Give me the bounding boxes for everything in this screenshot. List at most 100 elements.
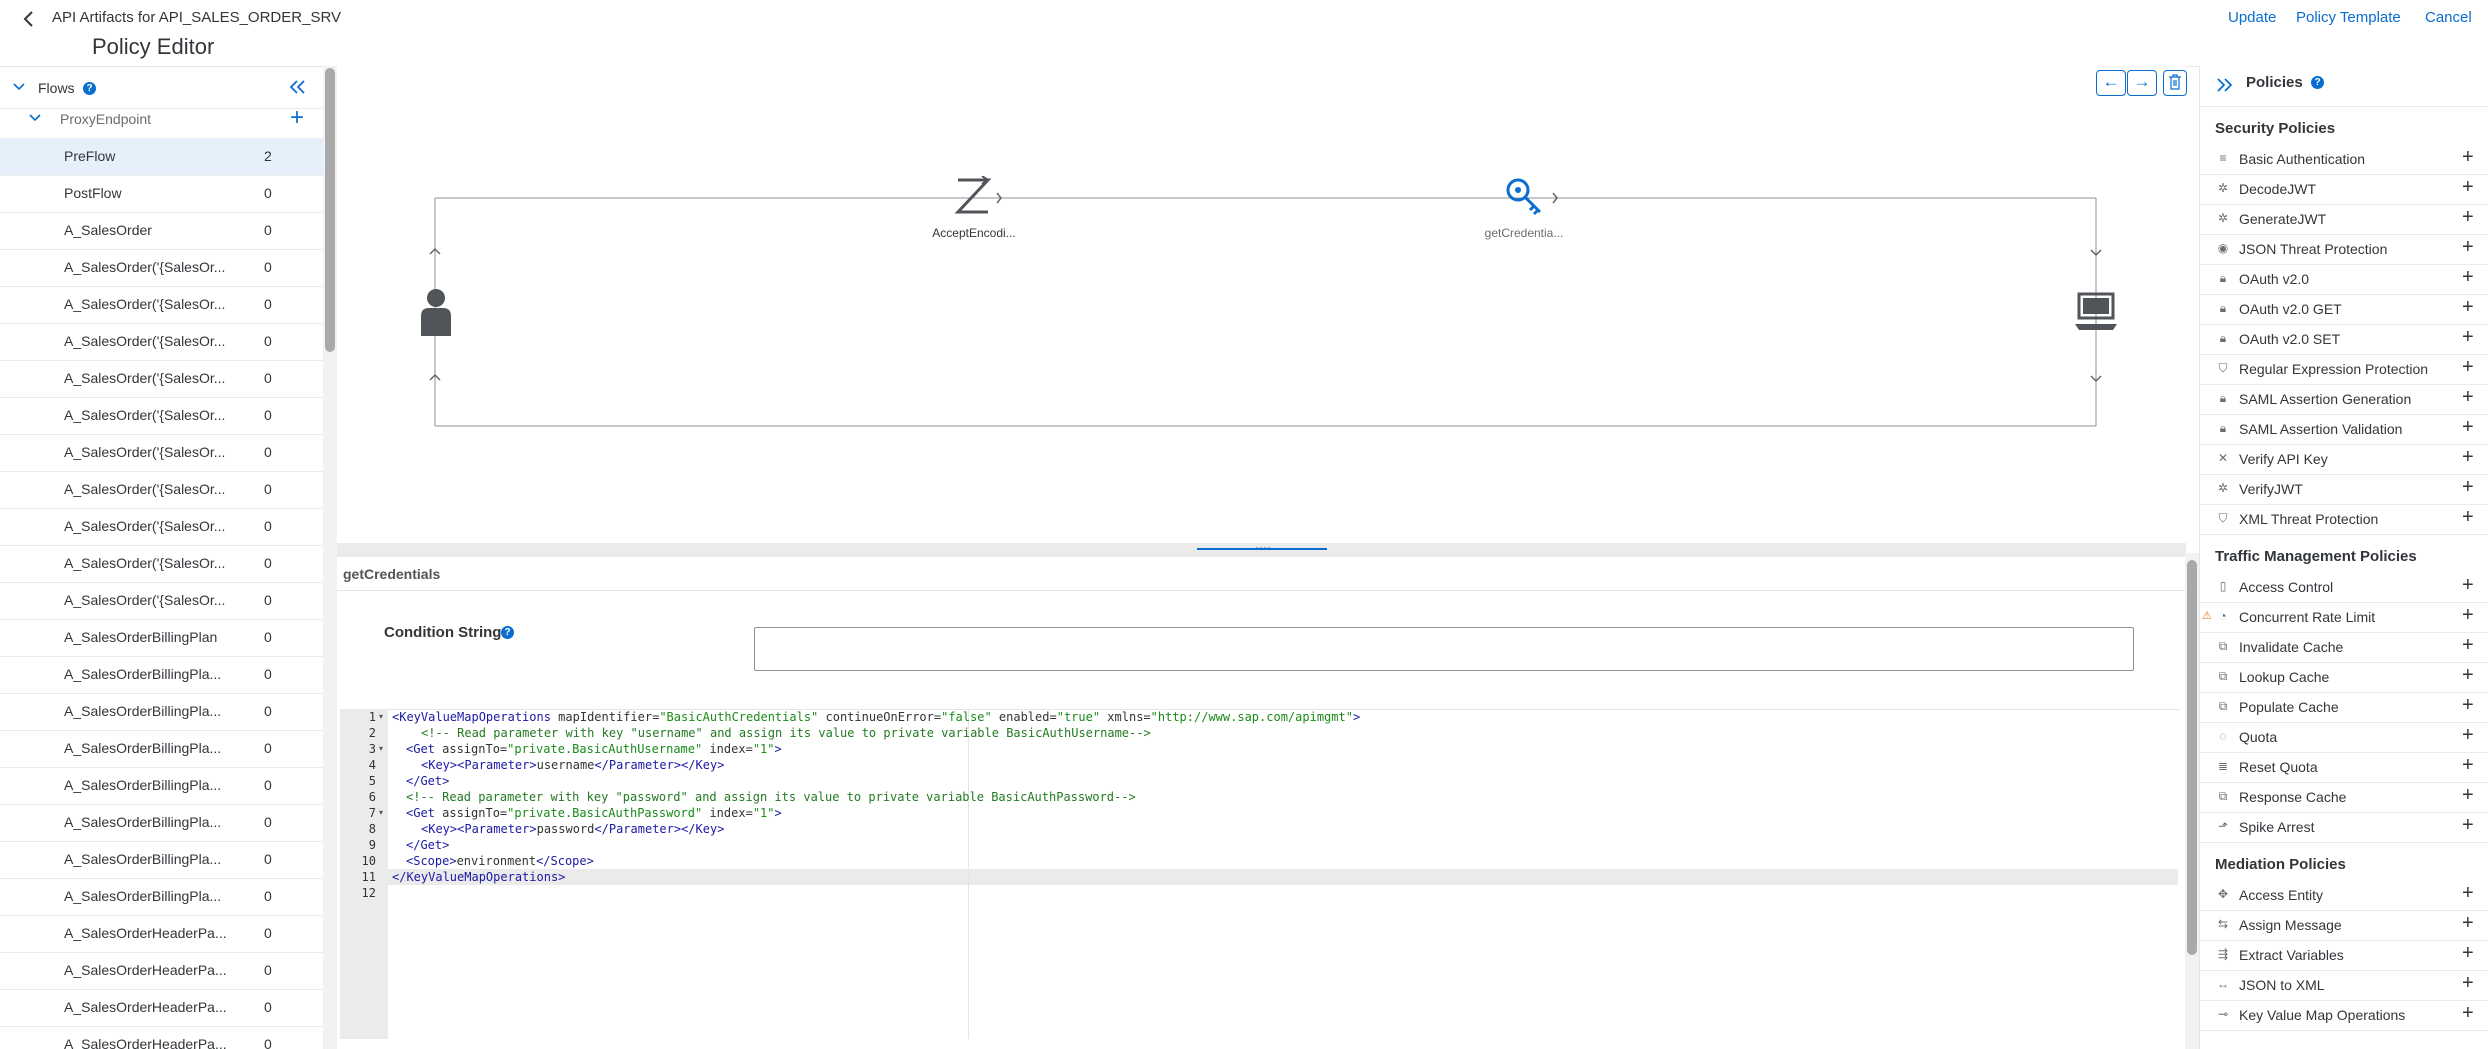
policy-item-verifyjwt[interactable]: ✲ VerifyJWT + [2200,474,2488,505]
fold-arrow-icon[interactable]: ▾ [379,709,383,725]
code-line-9[interactable]: </Get> [406,837,449,853]
policy-template-button[interactable]: Policy Template [2296,9,2401,26]
back-arrow-icon[interactable] [14,4,44,34]
flow-row[interactable]: A_SalesOrderHeaderPa... 0 [0,915,323,953]
proxy-expand-icon[interactable] [28,111,42,130]
code-line-8[interactable]: <Key><Parameter>password</Parameter></Ke… [421,821,724,837]
add-policy-icon[interactable]: + [2462,664,2474,687]
policy-item-access-control[interactable]: ▯ Access Control + [2200,572,2488,603]
add-policy-icon[interactable]: + [2462,754,2474,777]
add-flow-icon[interactable]: + [290,104,304,132]
add-policy-icon[interactable]: + [2462,814,2474,837]
code-line-1[interactable]: <KeyValueMapOperations mapIdentifier="Ba… [392,709,1360,725]
code-line-3[interactable]: <Get assignTo="private.BasicAuthUsername… [406,741,782,757]
code-line-10[interactable]: <Scope>environment</Scope> [406,853,594,869]
fold-arrow-icon[interactable]: ▾ [379,805,383,821]
add-policy-icon[interactable]: + [2462,236,2474,259]
add-policy-icon[interactable]: + [2462,266,2474,289]
add-policy-icon[interactable]: + [2462,386,2474,409]
add-policy-icon[interactable]: + [2462,574,2474,597]
policy-item-response-cache[interactable]: ⧉ Response Cache + [2200,782,2488,813]
add-policy-icon[interactable]: + [2462,506,2474,529]
policy-item-spike-arrest[interactable]: ⬏ Spike Arrest + [2200,812,2488,843]
expand-right-icon[interactable] [2214,76,2234,99]
editor-scrollbar-thumb[interactable] [2187,560,2197,955]
flow-row[interactable]: A_SalesOrderBillingPla... 0 [0,730,323,768]
policy-item-access-entity[interactable]: ✥ Access Entity + [2200,880,2488,911]
flow-row[interactable]: A_SalesOrderHeaderPa... 0 [0,952,323,990]
flow-row[interactable]: A_SalesOrderBillingPlan 0 [0,619,323,657]
help-icon[interactable]: ? [83,82,96,95]
add-policy-icon[interactable]: + [2462,972,2474,995]
policy-item-oauth-v2-0-get[interactable]: 🔒︎ OAuth v2.0 GET + [2200,294,2488,325]
flow-row[interactable]: A_SalesOrder('{SalesOr... 0 [0,471,323,509]
policies-help-icon[interactable]: ? [2311,76,2324,89]
add-policy-icon[interactable]: + [2462,784,2474,807]
policy-item-generatejwt[interactable]: ✲ GenerateJWT + [2200,204,2488,235]
policy-item-xml-threat-protection[interactable]: ⛉ XML Threat Protection + [2200,504,2488,535]
add-policy-icon[interactable]: + [2462,912,2474,935]
flow-row[interactable]: A_SalesOrder('{SalesOr... 0 [0,434,323,472]
policy-item-decodejwt[interactable]: ✲ DecodeJWT + [2200,174,2488,205]
policy-item-regular-expression-protection[interactable]: ⛉ Regular Expression Protection + [2200,354,2488,385]
left-scrollbar-thumb[interactable] [325,68,335,352]
flow-row[interactable]: PostFlow 0 [0,175,323,213]
add-policy-icon[interactable]: + [2462,206,2474,229]
code-line-6[interactable]: <!-- Read parameter with key "password" … [406,789,1136,805]
policy-item-reset-quota[interactable]: ≣ Reset Quota + [2200,752,2488,783]
update-button[interactable]: Update [2228,9,2276,26]
policy-item-saml-assertion-generation[interactable]: 🔒︎ SAML Assertion Generation + [2200,384,2488,415]
flow-row[interactable]: A_SalesOrderBillingPla... 0 [0,656,323,694]
flow-row[interactable]: A_SalesOrder('{SalesOr... 0 [0,286,323,324]
flow-row[interactable]: A_SalesOrderHeaderPa... 0 [0,989,323,1027]
flow-row[interactable]: A_SalesOrder('{SalesOr... 0 [0,323,323,361]
flow-row[interactable]: PreFlow 2 [0,138,323,176]
splitter-dots-icon[interactable]: ···· [1255,540,1271,554]
policy-item-json-threat-protection[interactable]: ◉ JSON Threat Protection + [2200,234,2488,265]
add-policy-icon[interactable]: + [2462,176,2474,199]
flow-row[interactable]: A_SalesOrder('{SalesOr... 0 [0,545,323,583]
policy-item-assign-message[interactable]: ⇆ Assign Message + [2200,910,2488,941]
add-policy-icon[interactable]: + [2462,296,2474,319]
flow-row[interactable]: A_SalesOrderBillingPla... 0 [0,693,323,731]
code-line-4[interactable]: <Key><Parameter>username</Parameter></Ke… [421,757,724,773]
add-policy-icon[interactable]: + [2462,882,2474,905]
flow-row[interactable]: A_SalesOrder('{SalesOr... 0 [0,360,323,398]
accept-encoding-policy-icon[interactable] [954,175,992,221]
policy-item-lookup-cache[interactable]: ⧉ Lookup Cache + [2200,662,2488,693]
code-line-11[interactable]: </KeyValueMapOperations> [392,869,565,885]
collapse-left-icon[interactable] [288,78,308,101]
flow-row[interactable]: A_SalesOrderBillingPla... 0 [0,804,323,842]
key-policy-icon[interactable] [1504,176,1544,221]
add-policy-icon[interactable]: + [2462,604,2474,627]
policy-item-key-value-map-operations[interactable]: ⊸ Key Value Map Operations + [2200,1000,2488,1031]
code-line-5[interactable]: </Get> [406,773,449,789]
policy-item-concurrent-rate-limit[interactable]: ◔ Concurrent Rate Limit + ⚠ [2200,602,2488,633]
add-policy-icon[interactable]: + [2462,446,2474,469]
flow-row[interactable]: A_SalesOrderBillingPla... 0 [0,767,323,805]
resize-splitter[interactable]: ···· [337,540,2186,557]
add-policy-icon[interactable]: + [2462,326,2474,349]
policy-item-saml-assertion-validation[interactable]: 🔒︎ SAML Assertion Validation + [2200,414,2488,445]
flow-row[interactable]: A_SalesOrder('{SalesOr... 0 [0,508,323,546]
add-policy-icon[interactable]: + [2462,356,2474,379]
code-line-2[interactable]: <!-- Read parameter with key "username" … [421,725,1151,741]
add-policy-icon[interactable]: + [2462,476,2474,499]
flows-expand-icon[interactable] [12,80,26,99]
flow-row[interactable]: A_SalesOrderBillingPla... 0 [0,878,323,916]
code-line-7[interactable]: <Get assignTo="private.BasicAuthPassword… [406,805,782,821]
fold-arrow-icon[interactable]: ▾ [379,741,383,757]
arrow-right-icon[interactable]: → [2127,70,2157,96]
flow-row[interactable]: A_SalesOrder('{SalesOr... 0 [0,582,323,620]
flow-row[interactable]: A_SalesOrderHeaderPa... 0 [0,1026,323,1049]
add-policy-icon[interactable]: + [2462,942,2474,965]
condition-string-input[interactable] [754,627,2134,671]
policy-item-extract-variables[interactable]: ⇶ Extract Variables + [2200,940,2488,971]
flow-row[interactable]: A_SalesOrder('{SalesOr... 0 [0,249,323,287]
policy-label-get-credentials[interactable]: getCredentia... [1479,226,1569,240]
add-policy-icon[interactable]: + [2462,634,2474,657]
flow-row[interactable]: A_SalesOrder('{SalesOr... 0 [0,397,323,435]
flow-row[interactable]: A_SalesOrderBillingPla... 0 [0,841,323,879]
add-policy-icon[interactable]: + [2462,1002,2474,1025]
arrow-left-icon[interactable]: ← [2096,70,2126,96]
